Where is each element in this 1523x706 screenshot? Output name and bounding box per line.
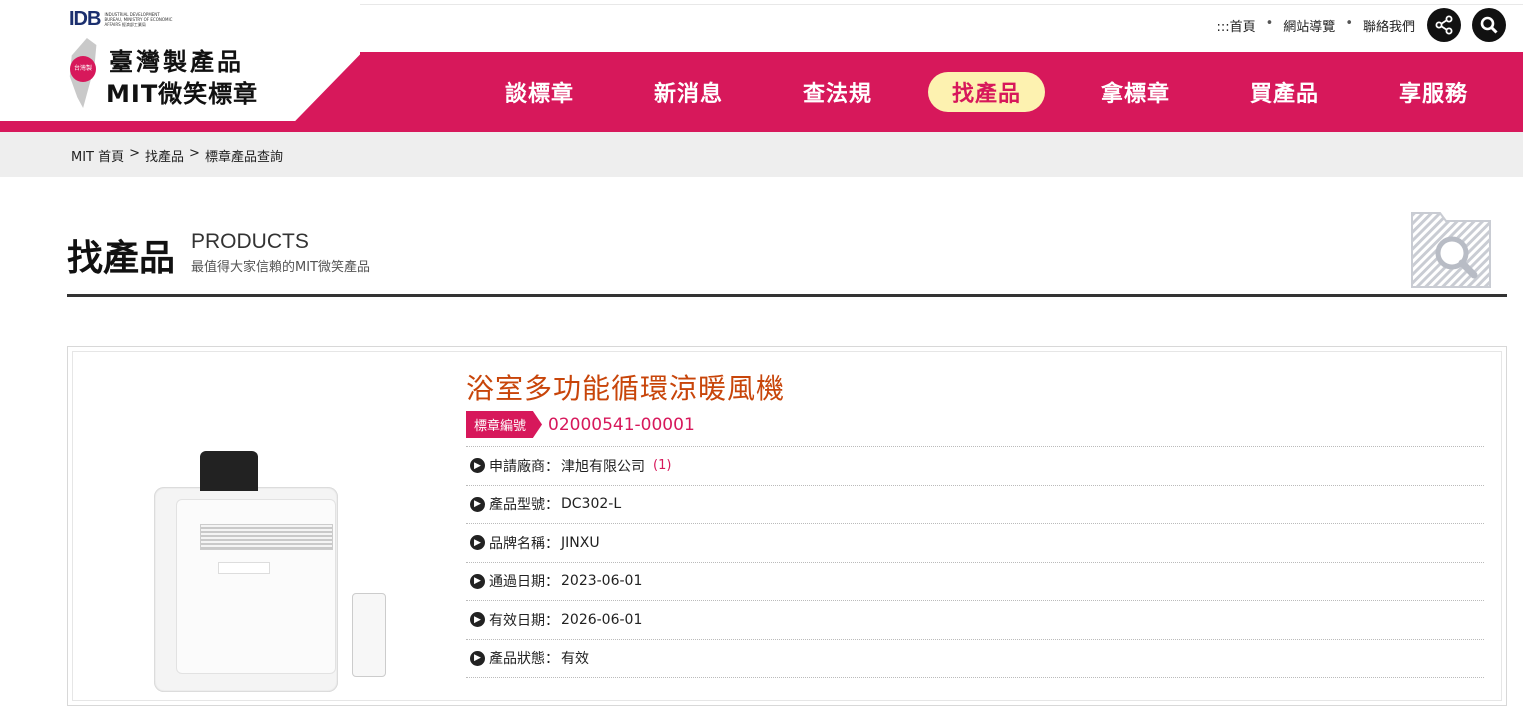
breadcrumb: MIT 首頁 > 找產品 > 標章產品查詢 <box>71 146 283 165</box>
chevron-right-icon: ▶ <box>470 458 485 474</box>
share-button[interactable] <box>1427 8 1461 42</box>
applicant-count: (1) <box>653 458 672 474</box>
mit-title-line2: MIT微笑標章 <box>106 80 259 108</box>
detail-label: 產品型號： <box>489 497 559 514</box>
breadcrumb-home[interactable]: MIT 首頁 <box>71 146 124 165</box>
breadcrumb-separator: > <box>189 146 200 161</box>
chevron-right-icon: ▶ <box>470 496 485 512</box>
chevron-right-icon: ▶ <box>470 650 485 666</box>
detail-row-status: ▶ 產品狀態： 有效 <box>466 640 1484 678</box>
share-icon <box>1435 15 1453 35</box>
detail-value: 2026-06-01 <box>561 611 643 628</box>
nav-item-find-products[interactable]: 找產品 <box>912 72 1061 112</box>
detail-value: 有效 <box>561 651 589 668</box>
detail-label: 品牌名稱： <box>489 535 559 552</box>
remote-control <box>352 593 386 677</box>
detail-row-model: ▶ 產品型號： DC302-L <box>466 486 1484 524</box>
site-header: IDB INDUSTRIAL DEVELOPMENT BUREAU, MINIS… <box>0 0 1523 132</box>
detail-value: JINXU <box>561 534 600 551</box>
folder-search-icon <box>1411 212 1491 288</box>
nav-item-services[interactable]: 享服務 <box>1359 72 1508 112</box>
search-button[interactable] <box>1472 8 1506 42</box>
chevron-right-icon: ▶ <box>470 535 485 551</box>
detail-value: 2023-06-01 <box>561 573 643 590</box>
utility-links: :::首頁 • 網站導覽 • 聯絡我們 <box>1216 16 1415 35</box>
util-separator: • <box>1345 16 1353 31</box>
page-title: 找產品 <box>67 238 176 279</box>
detail-label: 申請廠商： <box>489 458 559 475</box>
detail-row-approval-date: ▶ 通過日期： 2023-06-01 <box>466 563 1484 601</box>
mit-logo[interactable]: 台灣製 臺灣製產品 MIT微笑標章 <box>66 34 266 114</box>
util-separator: • <box>1265 16 1274 31</box>
product-name: 浴室多功能循環涼暖風機 <box>466 372 786 405</box>
fan-vent-grille <box>200 524 333 550</box>
idb-mark: IDB <box>69 8 101 31</box>
nav-item-about-mark[interactable]: 談標章 <box>465 72 614 112</box>
product-detail-list: ▶ 申請廠商： 津旭有限公司 (1) ▶ 產品型號： DC302-L ▶ 品牌名… <box>466 446 1484 678</box>
nav-band-left <box>0 120 330 132</box>
nav-item-regulations[interactable]: 查法規 <box>763 72 912 112</box>
detail-row-expiry-date: ▶ 有效日期： 2026-06-01 <box>466 601 1484 640</box>
chevron-right-icon: ▶ <box>470 573 485 589</box>
detail-label: 產品狀態： <box>489 651 559 668</box>
product-card: 浴室多功能循環涼暖風機 標章編號 02000541-00001 ▶ 申請廠商： … <box>67 346 1507 706</box>
serial-number: 02000541-00001 <box>548 414 695 435</box>
applicant-link[interactable]: 津旭有限公司 <box>561 456 645 476</box>
nav-item-news[interactable]: 新消息 <box>614 72 763 112</box>
detail-row-applicant: ▶ 申請廠商： 津旭有限公司 (1) <box>466 447 1484 486</box>
fan-duct <box>200 451 258 491</box>
fan-display <box>218 562 270 574</box>
mit-title-line1: 臺灣製產品 <box>109 48 244 76</box>
breadcrumb-current: 標章產品查詢 <box>204 150 283 165</box>
util-link-sitemap[interactable]: 網站導覽 <box>1283 16 1335 35</box>
idb-subtext: INDUSTRIAL DEVELOPMENT BUREAU, MINISTRY … <box>104 12 173 27</box>
breadcrumb-separator: > <box>129 146 141 161</box>
breadcrumb-find-products[interactable]: 找產品 <box>145 146 184 165</box>
util-link-home[interactable]: :::首頁 <box>1216 16 1255 35</box>
search-icon <box>1480 16 1498 34</box>
detail-value: DC302-L <box>561 496 622 513</box>
main-nav: 談標章 新消息 查法規 找產品 拿標章 買產品 享服務 <box>465 72 1508 112</box>
serial-row: 標章編號 02000541-00001 <box>466 411 1484 438</box>
util-link-contact[interactable]: 聯絡我們 <box>1363 16 1415 35</box>
page-subtitle: 最值得大家信賴的MIT微笑產品 <box>191 260 370 275</box>
detail-label: 有效日期： <box>489 612 559 629</box>
product-info: 浴室多功能循環涼暖風機 標章編號 02000541-00001 ▶ 申請廠商： … <box>466 367 1484 678</box>
nav-item-get-mark[interactable]: 拿標章 <box>1061 72 1210 112</box>
nav-item-buy-products[interactable]: 買產品 <box>1210 72 1359 112</box>
product-image[interactable] <box>136 447 436 692</box>
chevron-right-icon: ▶ <box>470 612 485 628</box>
detail-label: 通過日期： <box>489 574 559 591</box>
idb-logo[interactable]: IDB INDUSTRIAL DEVELOPMENT BUREAU, MINIS… <box>69 8 174 31</box>
serial-label: 標章編號 <box>466 411 543 438</box>
detail-row-brand: ▶ 品牌名稱： JINXU <box>466 524 1484 563</box>
smile-badge-icon: 台灣製 <box>70 56 96 82</box>
page-title-en: PRODUCTS <box>191 230 309 253</box>
page-heading: 找產品 PRODUCTS 最值得大家信賴的MIT微笑產品 <box>67 212 1507 297</box>
